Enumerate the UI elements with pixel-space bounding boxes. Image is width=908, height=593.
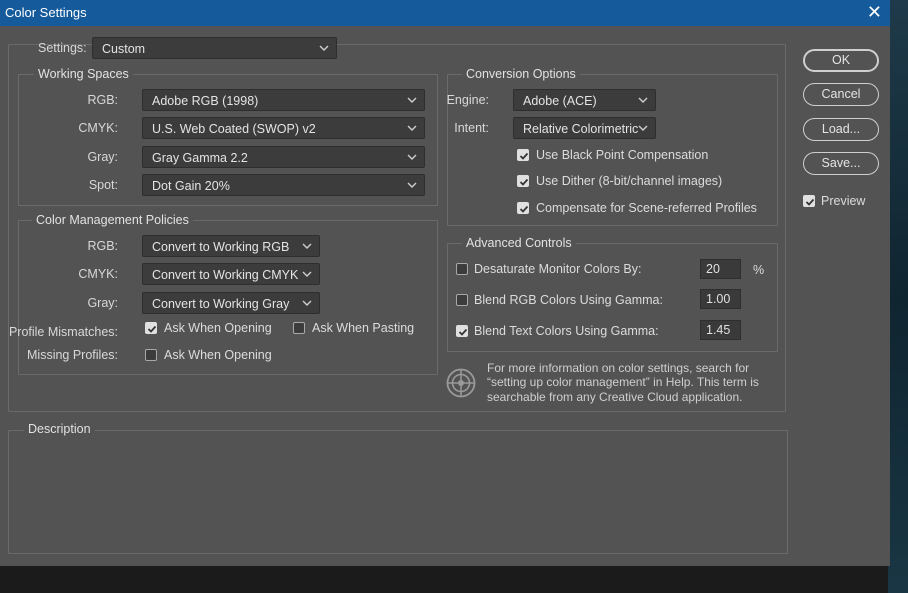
policy-cmyk-label: CMYK: <box>78 267 118 281</box>
close-icon[interactable]: ✕ <box>867 2 882 23</box>
color-settings-dialog: Color Settings ✕ Settings: Custom Workin… <box>0 0 890 566</box>
title-bar: Color Settings ✕ <box>0 0 890 26</box>
mismatch-opening-label: Ask When Opening <box>164 321 272 335</box>
scene-referred-label: Compensate for Scene-referred Profiles <box>536 201 757 215</box>
load-button[interactable]: Load... <box>803 118 879 141</box>
policy-gray-value: Convert to Working Gray <box>152 297 290 311</box>
ws-spot-value: Dot Gain 20% <box>152 179 230 193</box>
info-line-3: searchable from any Creative Cloud appli… <box>487 390 743 404</box>
mismatch-pasting-checkbox[interactable] <box>293 322 305 334</box>
missing-profiles-label: Missing Profiles: <box>27 348 118 362</box>
percent-unit: % <box>753 263 765 277</box>
blend-rgb-input[interactable]: 1.00 <box>700 289 741 309</box>
ws-spot-dropdown[interactable]: Dot Gain 20% <box>142 174 425 196</box>
settings-label: Settings: <box>38 41 87 55</box>
chevron-down-icon <box>638 97 648 103</box>
blend-rgb-label: Blend RGB Colors Using Gamma: <box>474 293 663 307</box>
profile-mismatches-label: Profile Mismatches: <box>8 325 118 339</box>
ws-gray-value: Gray Gamma 2.2 <box>152 151 248 165</box>
policy-rgb-value: Convert to Working RGB <box>152 240 290 254</box>
ws-spot-label: Spot: <box>88 178 118 192</box>
chevron-down-icon <box>638 125 648 131</box>
ws-rgb-label: RGB: <box>87 93 118 107</box>
desaturate-label: Desaturate Monitor Colors By: <box>474 262 642 276</box>
ok-button[interactable]: OK <box>803 49 879 72</box>
policies-title: Color Management Policies <box>32 213 193 227</box>
ws-cmyk-label: CMYK: <box>78 121 118 135</box>
dither-label: Use Dither (8-bit/channel images) <box>536 174 723 188</box>
ws-gray-label: Gray: <box>87 150 118 164</box>
chevron-down-icon <box>302 243 312 249</box>
black-point-checkbox[interactable] <box>517 149 529 161</box>
missing-opening-checkbox[interactable] <box>145 349 157 361</box>
mismatch-opening-checkbox[interactable] <box>145 322 157 334</box>
checkmark-icon <box>519 205 529 213</box>
policy-cmyk-value: Convert to Working CMYK <box>152 268 299 282</box>
intent-dropdown[interactable]: Relative Colorimetric <box>513 117 656 139</box>
checkmark-icon <box>519 152 529 160</box>
policy-gray-dropdown[interactable]: Convert to Working Gray <box>142 292 320 314</box>
engine-label: Engine: <box>446 93 489 107</box>
preview-checkbox[interactable] <box>803 195 815 207</box>
desaturate-input[interactable]: 20 <box>700 259 741 279</box>
intent-label: Intent: <box>454 121 489 135</box>
info-line-1: For more information on color settings, … <box>487 361 750 375</box>
working-spaces-title: Working Spaces <box>34 67 133 81</box>
checkmark-icon <box>147 325 157 333</box>
ws-rgb-dropdown[interactable]: Adobe RGB (1998) <box>142 89 425 111</box>
cancel-button[interactable]: Cancel <box>803 83 879 106</box>
policy-cmyk-dropdown[interactable]: Convert to Working CMYK <box>142 263 320 285</box>
description-title: Description <box>24 422 95 436</box>
ws-cmyk-value: U.S. Web Coated (SWOP) v2 <box>152 122 316 136</box>
color-wheel-icon <box>446 368 476 398</box>
save-button[interactable]: Save... <box>803 152 879 175</box>
dither-checkbox[interactable] <box>517 175 529 187</box>
engine-dropdown[interactable]: Adobe (ACE) <box>513 89 656 111</box>
blend-text-checkbox[interactable] <box>456 325 468 337</box>
scene-referred-checkbox[interactable] <box>517 202 529 214</box>
checkmark-icon <box>805 198 815 206</box>
settings-value: Custom <box>102 42 146 56</box>
mismatch-pasting-label: Ask When Pasting <box>312 321 415 335</box>
checkmark-icon <box>458 328 468 336</box>
blend-rgb-checkbox[interactable] <box>456 294 468 306</box>
chevron-down-icon <box>302 300 312 306</box>
intent-value: Relative Colorimetric <box>523 122 639 136</box>
checkmark-icon <box>519 178 529 186</box>
policy-rgb-label: RGB: <box>87 239 118 253</box>
conversion-options-title: Conversion Options <box>462 67 580 81</box>
chevron-down-icon <box>407 154 417 160</box>
chevron-down-icon <box>319 45 329 51</box>
info-line-2: “setting up color management” in Help. T… <box>487 375 759 389</box>
window-title: Color Settings <box>5 5 87 20</box>
blend-text-label: Blend Text Colors Using Gamma: <box>474 324 659 338</box>
ws-gray-dropdown[interactable]: Gray Gamma 2.2 <box>142 146 425 168</box>
preview-label: Preview <box>821 194 866 208</box>
policy-rgb-dropdown[interactable]: Convert to Working RGB <box>142 235 320 257</box>
chevron-down-icon <box>407 125 417 131</box>
desaturate-checkbox[interactable] <box>456 263 468 275</box>
policy-gray-label: Gray: <box>87 296 118 310</box>
black-point-label: Use Black Point Compensation <box>536 148 709 162</box>
description-box <box>8 430 788 554</box>
blend-text-input[interactable]: 1.45 <box>700 320 741 340</box>
chevron-down-icon <box>302 271 312 277</box>
engine-value: Adobe (ACE) <box>523 94 597 108</box>
missing-opening-label: Ask When Opening <box>164 348 272 362</box>
chevron-down-icon <box>407 182 417 188</box>
settings-dropdown[interactable]: Custom <box>92 37 337 59</box>
chevron-down-icon <box>407 97 417 103</box>
ws-rgb-value: Adobe RGB (1998) <box>152 94 259 108</box>
background-strip <box>888 0 908 593</box>
ws-cmyk-dropdown[interactable]: U.S. Web Coated (SWOP) v2 <box>142 117 425 139</box>
advanced-controls-title: Advanced Controls <box>462 236 576 250</box>
